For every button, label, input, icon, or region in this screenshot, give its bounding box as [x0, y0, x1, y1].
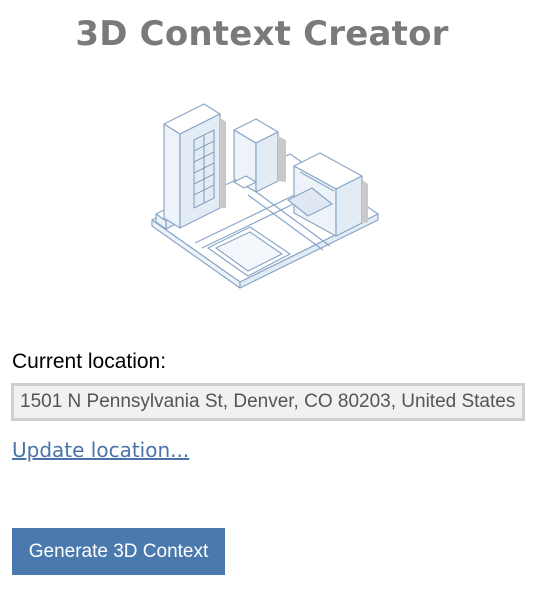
app-title: 3D Context Creator: [75, 14, 449, 54]
location-field[interactable]: [11, 383, 525, 421]
generate-3d-context-button[interactable]: Generate 3D Context: [12, 528, 225, 575]
current-location-label: Current location:: [12, 350, 167, 373]
isometric-city-icon: [151, 103, 379, 289]
update-location-link[interactable]: Update location...: [12, 438, 189, 462]
